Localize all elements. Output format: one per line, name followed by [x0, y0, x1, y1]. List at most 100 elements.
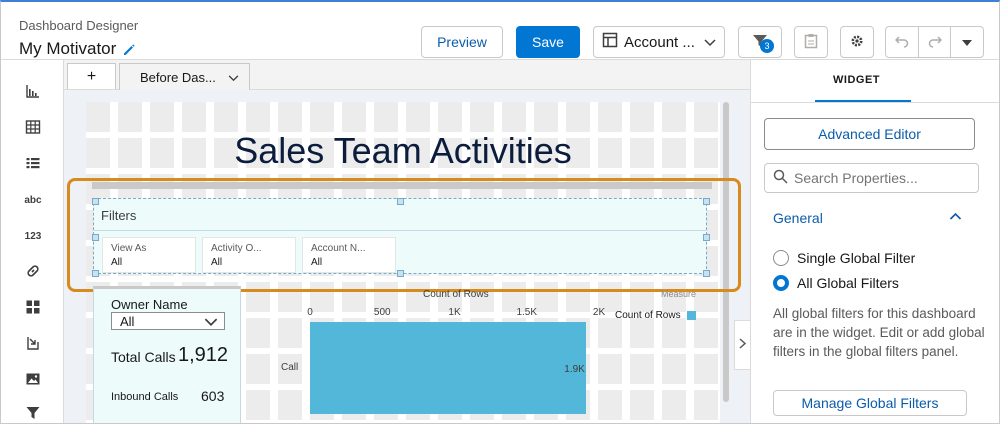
- tiles-icon: [25, 299, 41, 318]
- navigate-icon: [25, 335, 41, 354]
- settings-button[interactable]: [840, 26, 874, 58]
- resize-handle-bottom[interactable]: [397, 270, 404, 277]
- dashboard-name[interactable]: My Motivator: [19, 39, 136, 59]
- filter-chip-view-as[interactable]: View As All: [102, 237, 196, 273]
- scrollbar-thumb[interactable]: [723, 102, 729, 402]
- advanced-editor-button[interactable]: Advanced Editor: [764, 118, 975, 150]
- radio-button-selected[interactable]: [773, 275, 789, 291]
- resize-handle-top-right[interactable]: [703, 198, 710, 205]
- bar-value-label: 1.9K: [564, 364, 585, 375]
- legend-entry-label: Count of Rows: [615, 310, 681, 321]
- radio-label: All Global Filters: [797, 275, 899, 291]
- filter-widget[interactable]: Filters View As All Activity O... All Ac…: [93, 198, 707, 274]
- gear-icon: [850, 34, 864, 51]
- filter-chip-label: Account N...: [311, 243, 366, 254]
- inbound-calls-value: 603: [201, 388, 225, 404]
- filter-widget-divider: [94, 230, 706, 231]
- chevron-right-icon: [739, 338, 747, 352]
- tab-widget[interactable]: WIDGET: [833, 74, 880, 86]
- text-widget-button[interactable]: abc: [21, 190, 45, 210]
- x-tick-label: 500: [373, 307, 391, 318]
- resize-handle-bottom-left[interactable]: [92, 270, 99, 277]
- filter-count-badge: 3: [760, 39, 774, 53]
- total-calls-value: 1,912: [178, 344, 229, 366]
- add-page-button[interactable]: +: [67, 63, 116, 89]
- undo-button[interactable]: [885, 26, 919, 58]
- resize-handle-top[interactable]: [397, 198, 404, 205]
- dashboard-name-text: My Motivator: [19, 39, 117, 58]
- search-icon: [773, 169, 788, 187]
- redo-button[interactable]: [918, 26, 951, 58]
- filter-chip-activity-owner[interactable]: Activity O... All: [202, 237, 296, 273]
- chevron-down-icon[interactable]: [228, 70, 239, 85]
- link-widget-button[interactable]: [21, 262, 45, 282]
- more-actions-button[interactable]: [950, 26, 984, 58]
- section-general-title[interactable]: General: [773, 210, 823, 226]
- chart-title: Count of Rows: [423, 289, 489, 300]
- search-placeholder: Search Properties...: [794, 170, 918, 186]
- pencil-icon[interactable]: [122, 42, 136, 56]
- owner-name-value: All: [120, 313, 135, 329]
- category-label: Call: [281, 362, 299, 373]
- global-filters-button[interactable]: 3: [738, 26, 782, 58]
- inbound-calls-label: Inbound Calls: [111, 391, 179, 403]
- clipboard-button[interactable]: [794, 26, 828, 58]
- resize-handle-top-left[interactable]: [92, 198, 99, 205]
- radio-button[interactable]: [773, 250, 789, 266]
- metrics-widget[interactable]: Owner Name All Total Calls 1,912 Inbound…: [93, 286, 241, 423]
- dashboard-designer-window: Dashboard Designer My Motivator Preview …: [0, 0, 1000, 424]
- dataset-select[interactable]: Account ...: [593, 26, 725, 58]
- table-icon: [602, 32, 618, 52]
- x-tick-label: 1K: [448, 307, 461, 318]
- filter-chip-value: All: [111, 257, 123, 268]
- container-widget-button[interactable]: [21, 298, 45, 318]
- image-widget-button[interactable]: [21, 370, 45, 390]
- number-widget-button[interactable]: 123: [21, 226, 45, 246]
- total-calls-label: Total Calls: [111, 349, 176, 365]
- resize-handle-bottom-right[interactable]: [703, 270, 710, 277]
- undo-icon: [894, 34, 909, 51]
- navigation-widget-button[interactable]: [21, 334, 45, 354]
- page-tabs: + Before Das...: [64, 60, 750, 90]
- header-bar: Dashboard Designer My Motivator Preview …: [1, 2, 999, 60]
- collapse-panel-button[interactable]: [734, 320, 750, 370]
- search-properties-input[interactable]: Search Properties...: [764, 163, 979, 193]
- bar-call[interactable]: [310, 322, 587, 414]
- funnel-icon: [25, 405, 41, 424]
- radio-all-global-filters[interactable]: All Global Filters: [773, 275, 899, 291]
- grid-table-icon: [25, 119, 41, 138]
- help-text: All global filters for this dashboard ar…: [773, 306, 985, 359]
- list-icon: [25, 155, 41, 174]
- legend-title: Measure: [661, 289, 697, 299]
- filter-chip-value: All: [211, 257, 223, 268]
- owner-name-label: Owner Name: [111, 297, 188, 312]
- filter-chip-value: All: [311, 257, 323, 268]
- count-of-rows-chart[interactable]: Count of Rows Measure 0 500 1K 1.5K 2K Call …: [249, 286, 717, 423]
- dashboard-title[interactable]: Sales Team Activities: [86, 130, 720, 172]
- owner-name-select[interactable]: All: [111, 312, 225, 330]
- tab-current-page[interactable]: Before Das...: [119, 63, 250, 90]
- resize-handle-right[interactable]: [703, 234, 710, 241]
- clipboard-icon: [804, 33, 818, 52]
- preview-button[interactable]: Preview: [421, 26, 503, 58]
- manage-global-filters-button[interactable]: Manage Global Filters: [773, 390, 967, 416]
- save-button[interactable]: Save: [516, 26, 580, 58]
- title-widget-divider: [92, 182, 712, 189]
- link-icon: [25, 263, 41, 282]
- filter-chip-account-name[interactable]: Account N... All: [302, 237, 396, 273]
- x-tick-label: 2K: [592, 307, 606, 318]
- properties-panel: WIDGET Advanced Editor Search Properties…: [750, 60, 999, 423]
- chart-legend[interactable]: Count of Rows: [615, 310, 696, 321]
- radio-single-global-filter[interactable]: Single Global Filter: [773, 250, 915, 266]
- chart-widget-button[interactable]: [21, 82, 45, 102]
- resize-handle-left[interactable]: [92, 234, 99, 241]
- redo-icon: [928, 34, 942, 51]
- canvas-scrollbar[interactable]: [722, 102, 730, 423]
- chevron-up-icon[interactable]: [949, 208, 962, 223]
- caret-down-icon: [961, 34, 973, 50]
- legend-swatch: [686, 311, 696, 320]
- filter-widget-button[interactable]: [21, 404, 45, 424]
- list-widget-button[interactable]: [21, 154, 45, 174]
- x-tick-label: 1.5K: [516, 307, 538, 318]
- table-widget-button[interactable]: [21, 118, 45, 138]
